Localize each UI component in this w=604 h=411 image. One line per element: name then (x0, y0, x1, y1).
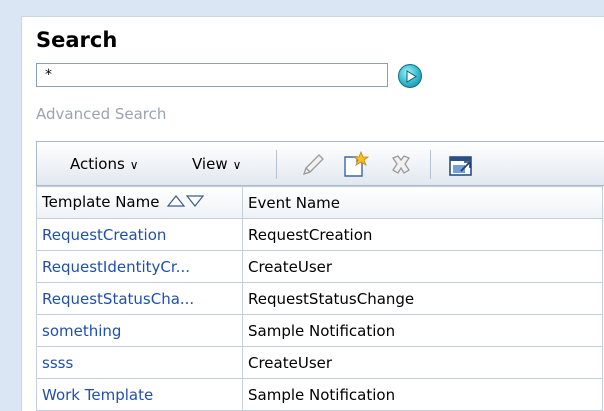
column-header-event-name[interactable]: Event Name (242, 186, 603, 219)
search-title: Search (36, 28, 118, 52)
event-name-cell: Sample Notification (242, 378, 603, 411)
search-input[interactable] (36, 63, 388, 87)
column-header-template-name[interactable]: Template Name (36, 186, 243, 219)
view-menu[interactable]: View ∨ (192, 155, 241, 173)
templates-table: Template Name Event Name RequestCreation… (36, 186, 603, 411)
search-panel: Search Advanced Search Actions ∨ View ∨ (21, 16, 604, 411)
template-name-link[interactable]: RequestIdentityCr... (36, 250, 243, 283)
create-icon[interactable] (341, 151, 369, 179)
chevron-down-icon: ∨ (129, 158, 139, 172)
delete-icon[interactable] (387, 151, 415, 179)
sort-arrows-icon[interactable] (166, 194, 205, 212)
template-name-link[interactable]: Work Template (36, 378, 243, 411)
template-name-link[interactable]: something (36, 314, 243, 347)
event-name-cell: CreateUser (242, 250, 603, 283)
chevron-down-icon: ∨ (232, 158, 242, 172)
toolbar-divider (276, 150, 277, 179)
event-name-cell: CreateUser (242, 346, 603, 379)
view-menu-label: View (192, 155, 228, 173)
table-row[interactable]: RequestStatusCha... RequestStatusChange (36, 282, 603, 315)
actions-menu[interactable]: Actions ∨ (70, 155, 139, 173)
table-row[interactable]: RequestCreation RequestCreation (36, 218, 603, 251)
event-name-cell: Sample Notification (242, 314, 603, 347)
toolbar-divider (430, 150, 431, 179)
template-name-link[interactable]: RequestStatusCha... (36, 282, 243, 315)
detach-icon[interactable] (447, 151, 475, 179)
advanced-search-link[interactable]: Advanced Search (36, 105, 166, 123)
event-name-cell: RequestCreation (242, 218, 603, 251)
column-header-label: Template Name (42, 193, 160, 212)
actions-menu-label: Actions (70, 155, 125, 173)
search-go-button[interactable] (398, 64, 422, 88)
template-name-link[interactable]: ssss (36, 346, 243, 379)
play-arrow-icon (406, 70, 417, 83)
edit-icon[interactable] (299, 151, 327, 179)
results-toolbar: Actions ∨ View ∨ (36, 141, 604, 186)
table-row[interactable]: RequestIdentityCr... CreateUser (36, 250, 603, 283)
table-row[interactable]: something Sample Notification (36, 314, 603, 347)
template-name-link[interactable]: RequestCreation (36, 218, 243, 251)
table-row[interactable]: Work Template Sample Notification (36, 378, 603, 411)
table-header-row: Template Name Event Name (36, 186, 603, 219)
event-name-cell: RequestStatusChange (242, 282, 603, 315)
table-row[interactable]: ssss CreateUser (36, 346, 603, 379)
